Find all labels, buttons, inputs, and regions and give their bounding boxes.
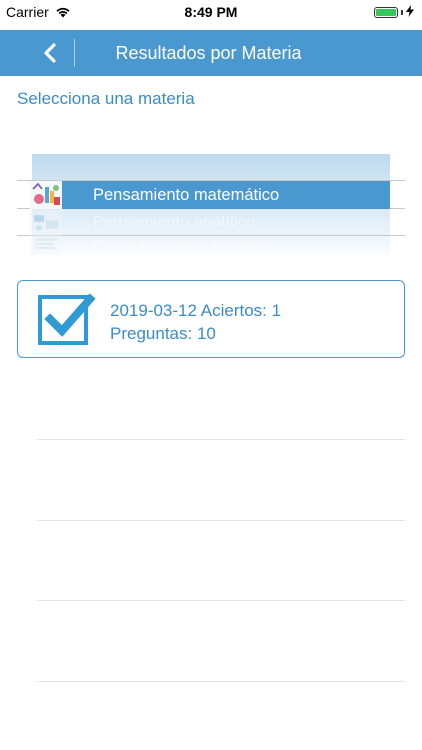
checkbox-checked-icon xyxy=(38,293,96,347)
result-questions: Preguntas: 10 xyxy=(110,324,216,343)
charging-bolt-icon xyxy=(406,5,414,20)
analytic-thumbnail-icon xyxy=(30,210,62,234)
list-divider xyxy=(37,439,405,440)
result-date-score: 2019-03-12 Aciertos: 1 xyxy=(110,301,282,320)
list-divider xyxy=(37,600,405,601)
math-thumbnail-icon xyxy=(30,181,62,209)
result-card[interactable]: 2019-03-12 Aciertos: 1 Preguntas: 10 xyxy=(17,280,405,358)
battery-body xyxy=(374,7,398,18)
subject-picker[interactable]: Pensamiento matemático Pensamiento analí… xyxy=(0,152,422,262)
list-divider xyxy=(37,520,405,521)
picker-option-selected[interactable]: Pensamiento matemático xyxy=(30,181,279,209)
list-divider xyxy=(37,681,405,682)
back-button[interactable] xyxy=(32,36,68,70)
select-subject-label: Selecciona una materia xyxy=(17,89,195,108)
picker-option-label: Pensamiento analítico xyxy=(93,213,256,230)
battery-icon xyxy=(374,5,414,20)
screen: Carrier 8:49 PM Resultados por Materia S… xyxy=(0,0,422,750)
picker-option[interactable]: Pensamiento analítico xyxy=(30,210,255,234)
picker-option-label: Estructura de la lengua xyxy=(93,238,263,251)
chevron-left-icon xyxy=(44,43,56,63)
status-time: 8:49 PM xyxy=(184,4,238,20)
result-text: 2019-03-12 Aciertos: 1 Preguntas: 10 xyxy=(110,299,281,345)
picker-option-label: Pensamiento matemático xyxy=(93,185,280,204)
nav-bar: Resultados por Materia xyxy=(0,30,422,76)
picker-option[interactable]: Estructura de la lengua xyxy=(30,235,263,255)
battery-fill xyxy=(376,9,396,16)
status-bar: Carrier 8:49 PM xyxy=(0,0,422,26)
page-title: Resultados por Materia xyxy=(115,43,302,63)
language-thumbnail-icon xyxy=(30,235,62,255)
battery-tip xyxy=(401,10,403,15)
